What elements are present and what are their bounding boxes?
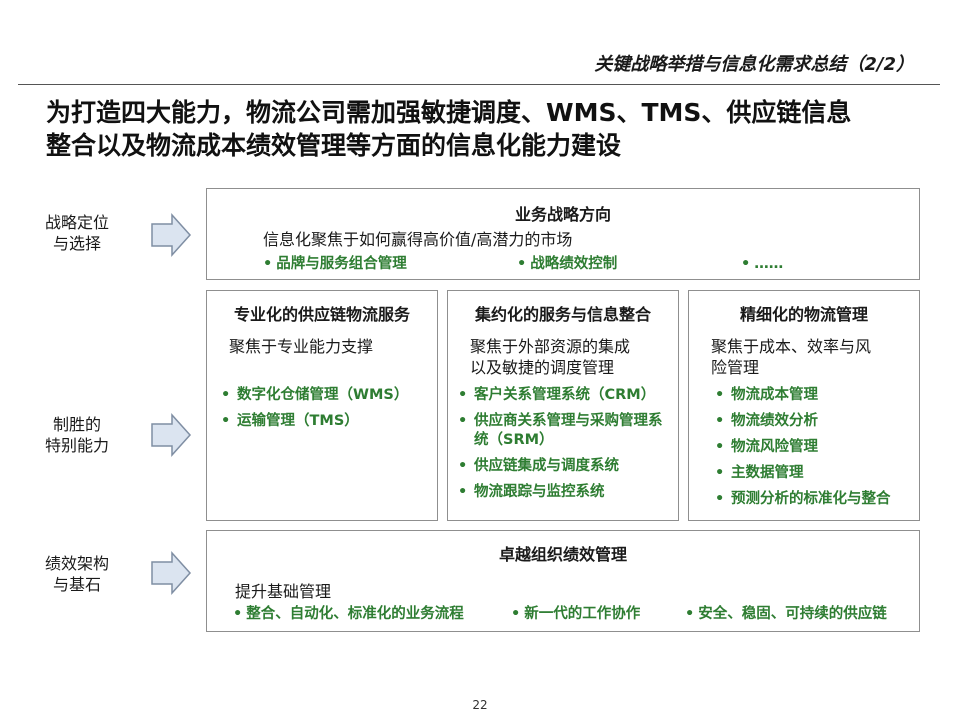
bullet-text: 供应商关系管理与采购管理系统（SRM） [474, 413, 663, 448]
performance-management-bullet: • 安全、稳固、可持续的供应链 [685, 605, 887, 624]
bullet-dot-icon: • [221, 387, 231, 403]
performance-management-desc: 提升基础管理 [235, 582, 332, 601]
bullet-dot-icon: • [221, 413, 231, 429]
bullet-text: 物流风险管理 [731, 439, 818, 455]
capability-column-3: 精细化的物流管理 聚焦于成本、效率与风 险管理 • 物流成本管理 • 物流绩效分析 … [688, 290, 920, 521]
capability-column-desc: 聚焦于外部资源的集成 以及敏捷的调度管理 [470, 336, 630, 378]
bullet-text: 品牌与服务组合管理 [276, 256, 407, 272]
slide-headline: 为打造四大能力，物流公司需加强敏捷调度、WMS、TMS、供应链信息 整合以及物流… [46, 96, 926, 162]
business-strategy-bullet: • 战略绩效控制 [517, 255, 617, 274]
capability-column-1: 专业化的供应链物流服务 聚焦于专业能力支撑 • 数字化仓储管理（WMS） • 运输管… [206, 290, 438, 521]
bullet-dot-icon: • [685, 606, 695, 622]
performance-management-bullet: • 整合、自动化、标准化的业务流程 [233, 605, 464, 624]
row-label-capability-line-1: 制胜的 [52, 415, 101, 434]
performance-management-box: 卓越组织绩效管理 提升基础管理 • 整合、自动化、标准化的业务流程 • 新一代的工作… [206, 530, 920, 632]
bullet-text: 物流绩效分析 [731, 413, 818, 429]
business-strategy-box: 业务战略方向 信息化聚焦于如何赢得高价值/高潜力的市场 • 品牌与服务组合管理 •… [206, 188, 920, 280]
capability-column-desc: 聚焦于成本、效率与风 险管理 [711, 336, 871, 378]
bullet-text: 安全、稳固、可持续的供应链 [698, 606, 887, 622]
list-item: • 物流风险管理 [715, 438, 915, 457]
bullet-text: 物流跟踪与监控系统 [474, 484, 605, 500]
bullet-text: 供应链集成与调度系统 [474, 458, 619, 474]
row-label-performance-line-2: 与基石 [52, 575, 101, 594]
list-item: • 数字化仓储管理（WMS） [221, 386, 431, 405]
bullet-dot-icon: • [263, 256, 273, 272]
list-item: • 物流成本管理 [715, 386, 915, 405]
header-divider [18, 84, 940, 85]
row-label-strategy: 战略定位 与选择 [22, 212, 132, 254]
capability-column-title: 专业化的供应链物流服务 [233, 305, 410, 324]
bullet-dot-icon: • [741, 256, 751, 272]
right-arrow-icon [151, 551, 192, 595]
bullet-text: 新一代的工作协作 [524, 606, 641, 622]
bullet-text: 运输管理（TMS） [237, 413, 359, 429]
row-label-performance: 绩效架构 与基石 [22, 553, 132, 595]
list-item: • 主数据管理 [715, 464, 915, 483]
bullet-dot-icon: • [715, 413, 725, 429]
capability-bullet-list: • 客户关系管理系统（CRM） • 供应商关系管理与采购管理系统（SRM） • 供应链… [458, 386, 672, 509]
bullet-dot-icon: • [715, 465, 725, 481]
list-item: • 预测分析的标准化与整合 [715, 490, 915, 509]
list-item: • 客户关系管理系统（CRM） [458, 386, 672, 405]
business-strategy-bullet: •…… [741, 255, 783, 274]
row-label-strategy-line-2: 与选择 [52, 234, 101, 253]
bullet-dot-icon: • [458, 387, 468, 403]
capability-column-desc-line: 以及敏捷的调度管理 [470, 358, 615, 377]
bullet-text: 主数据管理 [731, 465, 804, 481]
capability-bullet-list: • 数字化仓储管理（WMS） • 运输管理（TMS） [221, 386, 431, 438]
list-item: • 物流跟踪与监控系统 [458, 483, 672, 502]
list-item: • 供应商关系管理与采购管理系统（SRM） [458, 412, 672, 450]
business-strategy-desc: 信息化聚焦于如何赢得高价值/高潜力的市场 [263, 230, 573, 249]
bullet-dot-icon: • [458, 413, 468, 429]
bullet-dot-icon: • [511, 606, 521, 622]
bullet-dot-icon: • [458, 484, 468, 500]
capability-column-desc-line: 聚焦于外部资源的集成 [470, 337, 631, 356]
bullet-text: …… [754, 256, 784, 272]
bullet-dot-icon: • [233, 606, 243, 622]
bullet-text: 客户关系管理系统（CRM） [474, 387, 656, 403]
row-label-capability: 制胜的 特别能力 [22, 414, 132, 456]
capability-column-title: 精细化的物流管理 [739, 305, 868, 324]
bullet-dot-icon: • [715, 387, 725, 403]
list-item: • 物流绩效分析 [715, 412, 915, 431]
capability-column-desc-line: 险管理 [711, 358, 760, 377]
bullet-dot-icon: • [715, 439, 725, 455]
headline-line-2: 整合以及物流成本绩效管理等方面的信息化能力建设 [46, 131, 622, 160]
bullet-text: 物流成本管理 [731, 387, 818, 403]
row-label-performance-line-1: 绩效架构 [44, 554, 109, 573]
bullet-text: 数字化仓储管理（WMS） [237, 387, 409, 403]
capability-column-desc: 聚焦于专业能力支撑 [229, 336, 373, 357]
right-arrow-icon [151, 413, 192, 457]
bullet-text: 整合、自动化、标准化的业务流程 [246, 606, 464, 622]
performance-management-title: 卓越组织绩效管理 [498, 545, 627, 564]
bullet-text: 战略绩效控制 [530, 256, 618, 272]
row-label-capability-line-2: 特别能力 [44, 436, 109, 455]
capability-bullet-list: • 物流成本管理 • 物流绩效分析 • 物流风险管理 • 主数据管理 • 预测分析的标准化… [715, 386, 915, 516]
capability-column-title: 集约化的服务与信息整合 [474, 305, 651, 324]
capability-column-desc-line: 聚焦于专业能力支撑 [229, 337, 374, 356]
headline-line-1: 为打造四大能力，物流公司需加强敏捷调度、WMS、TMS、供应链信息 [46, 98, 852, 127]
capability-column-desc-line: 聚焦于成本、效率与风 [711, 337, 872, 356]
right-arrow-icon [151, 213, 192, 257]
list-item: • 运输管理（TMS） [221, 412, 431, 431]
bullet-dot-icon: • [458, 458, 468, 474]
bullet-dot-icon: • [517, 256, 527, 272]
performance-management-bullet: • 新一代的工作协作 [511, 605, 640, 624]
capability-column-2: 集约化的服务与信息整合 聚焦于外部资源的集成 以及敏捷的调度管理 • 客户关系管理… [447, 290, 679, 521]
bullet-text: 预测分析的标准化与整合 [731, 491, 891, 507]
business-strategy-title: 业务战略方向 [514, 205, 611, 224]
bullet-dot-icon: • [715, 491, 725, 507]
list-item: • 供应链集成与调度系统 [458, 457, 672, 476]
slide-header-title: 关键战略举措与信息化需求总结（2/2） [594, 54, 914, 75]
business-strategy-bullet: • 品牌与服务组合管理 [263, 255, 407, 274]
page-number: 22 [472, 698, 488, 712]
row-label-strategy-line-1: 战略定位 [44, 213, 109, 232]
